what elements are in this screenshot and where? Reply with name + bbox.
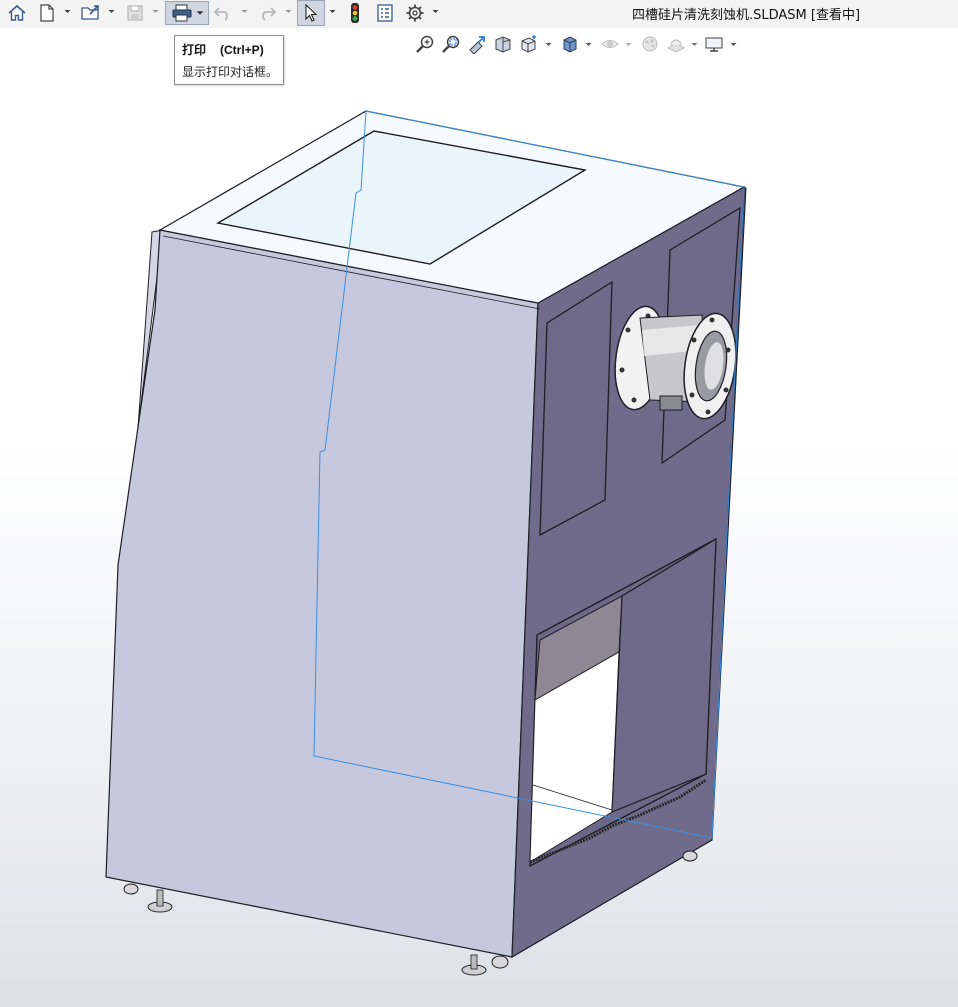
view-settings-caret-icon[interactable]: [730, 41, 737, 48]
apply-scene-icon[interactable]: [665, 33, 687, 55]
print-tooltip: 打印 (Ctrl+P) 显示打印对话框。: [174, 35, 284, 85]
zoom-to-fit-icon[interactable]: [414, 33, 436, 55]
display-style-icon[interactable]: [559, 33, 581, 55]
apply-scene-caret-icon[interactable]: [691, 41, 698, 48]
hide-show-items-icon[interactable]: [599, 33, 621, 55]
zoom-to-area-icon[interactable]: [440, 33, 462, 55]
display-style-caret-icon[interactable]: [585, 41, 592, 48]
graphics-area[interactable]: [0, 28, 958, 1007]
view-orientation-icon[interactable]: [518, 33, 540, 55]
view-orientation-caret-icon[interactable]: [545, 41, 552, 48]
view-settings-icon[interactable]: [703, 33, 725, 55]
tooltip-shortcut: (Ctrl+P): [220, 43, 264, 57]
section-view-icon[interactable]: [492, 33, 514, 55]
tooltip-title-row: 打印 (Ctrl+P): [182, 41, 276, 58]
previous-view-icon[interactable]: [466, 33, 488, 55]
tooltip-description: 显示打印对话框。: [182, 65, 279, 79]
front-panel[interactable]: [105, 229, 539, 958]
hide-show-caret-icon[interactable]: [625, 41, 632, 48]
upper-left-access-panel: [539, 280, 613, 537]
pipe-flange: [614, 305, 737, 420]
edit-appearance-icon[interactable]: [639, 33, 661, 55]
machine-model[interactable]: [0, 0, 958, 1007]
tooltip-title: 打印: [182, 43, 207, 57]
